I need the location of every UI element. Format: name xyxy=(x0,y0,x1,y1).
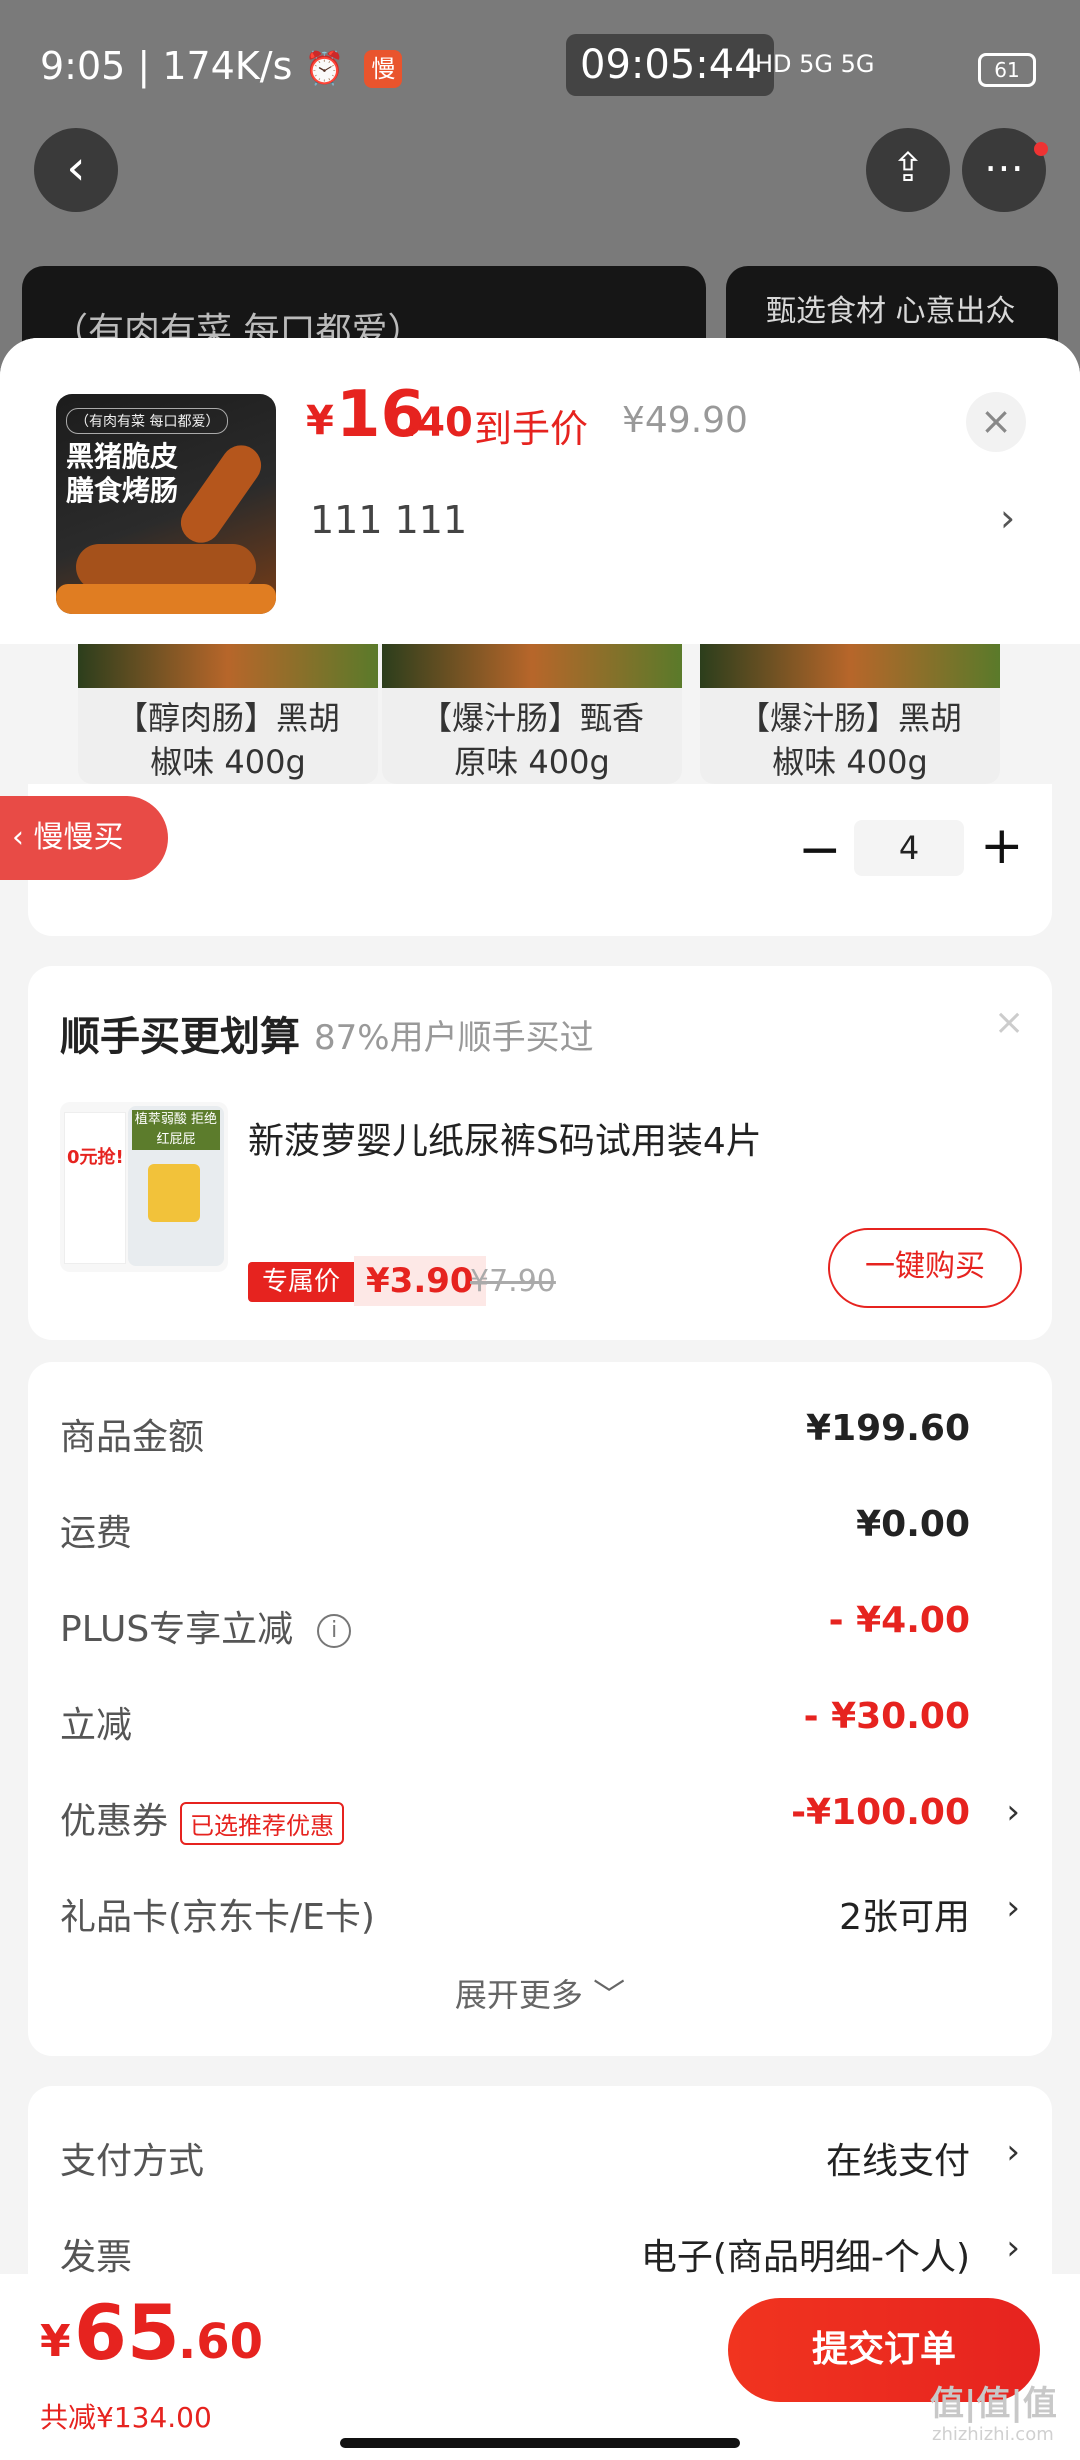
share-icon: ⇪ xyxy=(891,145,925,191)
more-icon: ⋯ xyxy=(984,145,1024,191)
watermark-logo: 值|值|值 xyxy=(930,2384,1057,2424)
summary-row-goods: 商品金额 ¥199.60 xyxy=(60,1408,970,1458)
product-thumbnail: （有肉有菜 每口都爱） 黑猪脆皮 膳食烤肠 xyxy=(56,394,276,614)
price-summary: 商品金额 ¥199.60 运费 ¥0.00 PLUS专享立减 i - ¥4.00 … xyxy=(28,1362,1052,2056)
selected-spec[interactable]: 111 111 xyxy=(310,498,467,542)
status-bar: 9:05 | 174K/s ⏰ 慢 09:05:44 HD 5G 5G 61 xyxy=(0,0,1080,130)
more-button[interactable]: ⋯ xyxy=(962,128,1046,212)
back-button[interactable]: ‹ xyxy=(34,128,118,212)
quantity-section: 数量 − 4 + xyxy=(28,784,1052,936)
total-decimal: .60 xyxy=(178,2314,264,2370)
home-indicator[interactable] xyxy=(340,2438,740,2448)
coupon-tag: 已选推荐优惠 xyxy=(180,1801,345,1845)
checkout-footer: ¥ 65 .60 共减¥134.00 提交订单 值|值|值 zhizhizhi.… xyxy=(0,2274,1080,2460)
chevron-left-icon: ‹ xyxy=(12,820,34,855)
total-integer: 65 xyxy=(74,2288,180,2377)
order-sheet: （有肉有菜 每口都爱） 黑猪脆皮 膳食烤肠 ¥ 16 .40 到手价 ¥49.90… xyxy=(0,338,1080,2460)
summary-row-plus[interactable]: PLUS专享立减 i - ¥4.00 xyxy=(60,1600,1020,1660)
addon-product-name[interactable]: 新菠萝婴儿纸尿裤S码试用装4片 xyxy=(248,1112,762,1164)
chevron-right-icon: › xyxy=(1006,2228,1020,2268)
chevron-left-icon: ‹ xyxy=(66,140,86,196)
summary-row-discount: 立减 - ¥30.00 xyxy=(60,1696,970,1746)
slow-buy-button[interactable]: ‹ 慢慢买 xyxy=(0,796,168,880)
addon-price: ¥3.90 xyxy=(354,1256,486,1306)
watermark-url: zhizhizhi.com xyxy=(932,2424,1054,2445)
info-icon[interactable]: i xyxy=(317,1614,352,1648)
summary-row-coupon[interactable]: 优惠券 已选推荐优惠 -¥100.00 › xyxy=(60,1792,1020,1852)
battery-icon: 61 xyxy=(978,53,1036,87)
option-image xyxy=(700,644,1000,688)
close-sheet-button[interactable]: × xyxy=(966,392,1026,452)
price-symbol: ¥ xyxy=(306,398,334,444)
close-icon: × xyxy=(980,399,1012,443)
summary-row-giftcard[interactable]: 礼品卡(京东卡/E卡) 2张可用 › xyxy=(60,1888,1020,1948)
addon-original-price: ¥7.90 xyxy=(470,1264,556,1299)
chevron-right-icon[interactable]: › xyxy=(1000,496,1015,540)
addon-subtitle: 87%用户顺手买过 xyxy=(314,1018,594,1058)
addon-close-button[interactable]: × xyxy=(994,1002,1024,1043)
status-time: 9:05 | 174K/s ⏰ 慢 xyxy=(40,44,403,88)
total-savings: 共减¥134.00 xyxy=(40,2401,212,2434)
quantity-increase-button[interactable]: + xyxy=(980,816,1024,876)
total-symbol: ¥ xyxy=(40,2316,71,2367)
quantity-decrease-button[interactable]: − xyxy=(798,820,842,880)
quantity-input[interactable]: 4 xyxy=(854,820,964,876)
chevron-right-icon: › xyxy=(1006,1792,1020,1832)
option-card[interactable]: 【醇肉肠】黑胡 椒味 400g xyxy=(78,644,378,784)
payment-method-row[interactable]: 支付方式 在线支付 › xyxy=(60,2132,1020,2192)
exclusive-price-badge: 专属价 xyxy=(248,1262,355,1302)
option-image xyxy=(78,644,378,688)
addon-product-image[interactable]: 0元抢! 植萃弱酸 拒绝红屁屁 xyxy=(60,1102,228,1272)
option-card[interactable]: 【爆汁肠】黑胡 椒味 400g xyxy=(700,644,1000,784)
product-header: （有肉有菜 每口都爱） 黑猪脆皮 膳食烤肠 ¥ 16 .40 到手价 ¥49.90… xyxy=(0,338,1080,644)
original-price: ¥49.90 xyxy=(622,400,748,441)
price-label: 到手价 xyxy=(474,407,589,451)
price-decimal: .40 xyxy=(402,400,473,446)
network-indicator: HD 5G 5G xyxy=(755,50,875,78)
chevron-right-icon: › xyxy=(1006,1888,1020,1928)
floating-clock: 09:05:44 xyxy=(566,34,774,96)
notification-dot xyxy=(1034,142,1048,156)
chevron-right-icon: › xyxy=(1006,2132,1020,2172)
share-button[interactable]: ⇪ xyxy=(866,128,950,212)
one-click-buy-button[interactable]: 一键购买 xyxy=(828,1228,1022,1308)
expand-more-button[interactable]: 展开更多 ﹀ xyxy=(28,1970,1052,2016)
app-badge-icon: 慢 xyxy=(364,49,403,88)
option-image xyxy=(382,644,682,688)
addon-title: 顺手买更划算 xyxy=(60,1014,300,1060)
summary-row-shipping: 运费 ¥0.00 xyxy=(60,1504,970,1554)
option-card[interactable]: 【爆汁肠】甄香 原味 400g xyxy=(382,644,682,784)
addon-section: 顺手买更划算 87%用户顺手买过 × 0元抢! 植萃弱酸 拒绝红屁屁 新菠萝婴儿… xyxy=(28,966,1052,1340)
